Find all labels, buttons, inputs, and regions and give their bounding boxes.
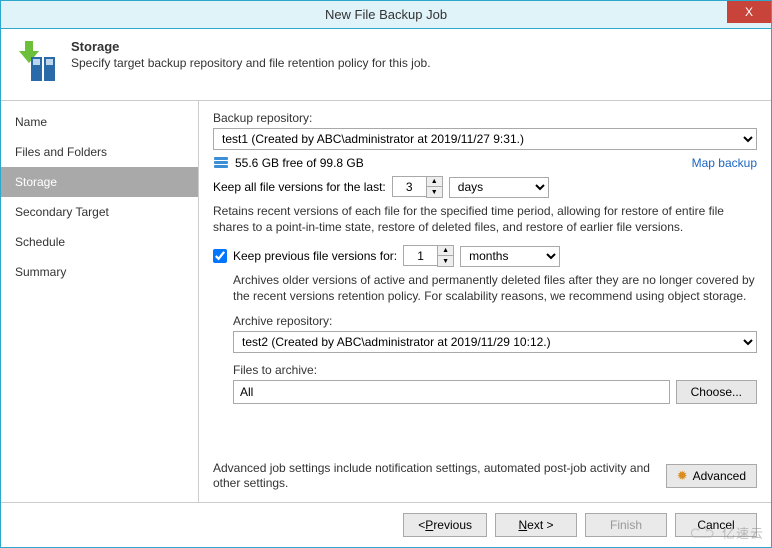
archive-block: Archive repository: test2 (Created by AB… [233, 314, 757, 404]
backup-repository-select[interactable]: test1 (Created by ABC\administrator at 2… [213, 128, 757, 150]
previous-button[interactable]: < Previous [403, 513, 487, 537]
free-space-row: 55.6 GB free of 99.8 GB Map backup [213, 156, 757, 170]
disk-icon [213, 156, 229, 170]
prev-versions-label: Keep previous file versions for: [233, 249, 397, 263]
spinner-down-icon[interactable]: ▼ [427, 187, 442, 197]
cancel-button[interactable]: Cancel [675, 513, 757, 537]
keep-versions-label: Keep all file versions for the last: [213, 180, 386, 194]
wizard-header: Storage Specify target backup repository… [1, 29, 771, 100]
advanced-text: Advanced job settings include notificati… [213, 461, 656, 492]
spinner-buttons: ▲ ▼ [437, 245, 454, 267]
prev-versions-input[interactable] [403, 245, 437, 266]
spinner-up-icon[interactable]: ▲ [438, 246, 453, 256]
sidebar-item-storage[interactable]: Storage [1, 167, 198, 197]
close-button[interactable]: X [727, 1, 771, 23]
titlebar: New File Backup Job X [1, 1, 771, 29]
files-to-archive-label: Files to archive: [233, 363, 757, 377]
archive-repository-select[interactable]: test2 (Created by ABC\administrator at 2… [233, 331, 757, 353]
page-subtitle: Specify target backup repository and fil… [71, 56, 431, 70]
page-title: Storage [71, 39, 431, 54]
keep-versions-spinner[interactable]: ▲ ▼ [392, 176, 443, 198]
prev-versions-desc: Archives older versions of active and pe… [233, 273, 757, 304]
storage-icon [15, 39, 59, 86]
files-to-archive-input[interactable] [233, 380, 670, 404]
prev-versions-unit[interactable]: months [460, 246, 560, 267]
keep-versions-input[interactable] [392, 176, 426, 197]
sidebar: Name Files and Folders Storage Secondary… [1, 101, 199, 502]
keep-versions-row: Keep all file versions for the last: ▲ ▼… [213, 176, 757, 198]
gear-icon: ✹ [677, 468, 688, 484]
spinner-buttons: ▲ ▼ [426, 176, 443, 198]
sidebar-item-secondary[interactable]: Secondary Target [1, 197, 198, 227]
prev-versions-row: Keep previous file versions for: ▲ ▼ mon… [213, 245, 757, 267]
spinner-up-icon[interactable]: ▲ [427, 177, 442, 187]
prev-versions-checkbox[interactable] [213, 249, 227, 263]
sidebar-item-files[interactable]: Files and Folders [1, 137, 198, 167]
archive-repository-label: Archive repository: [233, 314, 757, 328]
sidebar-item-name[interactable]: Name [1, 107, 198, 137]
prev-versions-spinner[interactable]: ▲ ▼ [403, 245, 454, 267]
sidebar-item-summary[interactable]: Summary [1, 257, 198, 287]
keep-versions-desc: Retains recent versions of each file for… [213, 204, 757, 235]
window: New File Backup Job X Storage Specify ta… [0, 0, 772, 548]
footer: < Previous Next > Finish Cancel [1, 502, 771, 547]
map-backup-link[interactable]: Map backup [692, 156, 757, 170]
advanced-area: Advanced job settings include notificati… [213, 461, 757, 492]
free-space-text: 55.6 GB free of 99.8 GB [235, 156, 364, 170]
finish-button[interactable]: Finish [585, 513, 667, 537]
body: Name Files and Folders Storage Secondary… [1, 100, 771, 502]
content: Backup repository: test1 (Created by ABC… [199, 101, 771, 502]
choose-button[interactable]: Choose... [676, 380, 757, 404]
advanced-button[interactable]: ✹ Advanced [666, 464, 757, 488]
next-button[interactable]: Next > [495, 513, 577, 537]
header-text: Storage Specify target backup repository… [71, 39, 431, 70]
window-title: New File Backup Job [325, 7, 447, 22]
close-icon: X [745, 5, 753, 19]
backup-repository-label: Backup repository: [213, 109, 757, 125]
sidebar-item-schedule[interactable]: Schedule [1, 227, 198, 257]
spinner-down-icon[interactable]: ▼ [438, 256, 453, 266]
keep-versions-unit[interactable]: days [449, 177, 549, 198]
